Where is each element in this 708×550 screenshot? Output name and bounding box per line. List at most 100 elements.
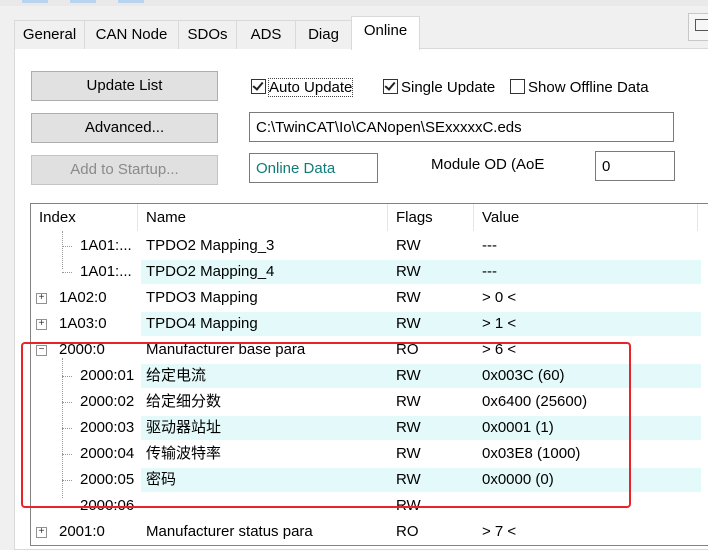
tree-connector [62, 246, 72, 247]
row-index: 2000:01 [80, 367, 135, 384]
table-row[interactable]: 1A01:... TPDO2 Mapping_3 RW --- [31, 233, 708, 259]
top-strip-marker [70, 0, 96, 3]
column-header-value[interactable]: Value [474, 204, 698, 231]
row-index: 2000:05 [80, 471, 135, 488]
tree-connector [62, 402, 72, 403]
row-value: 0x6400 (25600) [482, 393, 588, 410]
tree-connector [62, 428, 72, 429]
row-name: Manufacturer status para [146, 523, 313, 540]
top-strip-marker [118, 0, 144, 3]
row-name: 传输波特率 [146, 445, 222, 462]
row-name: TPDO2 Mapping_4 [146, 263, 275, 280]
show-offline-data-checkbox[interactable]: Show Offline Data [510, 78, 649, 98]
expand-plus-icon[interactable]: + [36, 527, 47, 538]
row-flags: RW [396, 367, 421, 384]
row-flags: RO [396, 341, 419, 358]
row-name: TPDO2 Mapping_3 [146, 237, 275, 254]
row-index: 2000:04 [80, 445, 135, 462]
tab-diag[interactable]: Diag [295, 20, 352, 49]
top-strip-marker [22, 0, 48, 3]
window-icon[interactable] [688, 13, 708, 41]
row-flags: RW [396, 497, 421, 514]
row-value: 0x03E8 (1000) [482, 445, 581, 462]
row-name: TPDO3 Mapping [146, 289, 258, 306]
row-index: 1A01:... [80, 263, 132, 280]
tab-can-node[interactable]: CAN Node [84, 20, 179, 49]
tree-connector [62, 506, 72, 507]
column-header-flags[interactable]: Flags [388, 204, 474, 231]
row-flags: RW [396, 315, 421, 332]
expand-plus-icon[interactable]: + [36, 319, 47, 330]
module-od-input[interactable]: 0 [595, 151, 675, 181]
column-header-name[interactable]: Name [138, 204, 388, 231]
table-row[interactable]: 2000:01 给定电流 RW 0x003C (60) [31, 363, 708, 389]
add-to-startup-button[interactable]: Add to Startup... [31, 155, 218, 185]
auto-update-label: Auto Update [267, 78, 354, 97]
row-index: 2001:0 [59, 523, 105, 540]
column-header-index[interactable]: Index [31, 204, 138, 231]
row-value: > 6 < [482, 341, 517, 358]
tree-connector [62, 376, 72, 377]
expand-plus-icon[interactable]: + [36, 293, 47, 304]
row-highlight [141, 364, 701, 388]
row-flags: RW [396, 263, 421, 280]
object-dictionary-list[interactable]: Index Name Flags Value 1A01:... TPDO2 Ma… [30, 203, 708, 546]
row-value: 0x003C (60) [482, 367, 565, 384]
row-highlight [141, 416, 701, 440]
row-flags: RO [396, 523, 419, 540]
list-header: Index Name Flags Value [31, 204, 708, 231]
table-row[interactable]: + 1A03:0 TPDO4 Mapping RW > 1 < [31, 311, 708, 337]
tab-sdos[interactable]: SDOs [178, 20, 237, 49]
update-list-button[interactable]: Update List [31, 71, 218, 101]
collapse-minus-icon[interactable]: − [36, 345, 47, 356]
row-value: 0x0000 (0) [482, 471, 554, 488]
tree-connector [62, 272, 72, 273]
tab-general[interactable]: General [14, 20, 85, 49]
row-flags: RW [396, 445, 421, 462]
row-value: > 0 < [482, 289, 517, 306]
table-row[interactable]: 2000:04 传输波特率 RW 0x03E8 (1000) [31, 441, 708, 467]
table-row[interactable]: + 2001:0 Manufacturer status para RO > 7… [31, 519, 708, 545]
row-value: --- [482, 237, 497, 254]
auto-update-checkbox[interactable]: Auto Update [251, 78, 354, 98]
row-index: 2000:02 [80, 393, 135, 410]
row-flags: RW [396, 471, 421, 488]
row-value: > 7 < [482, 523, 517, 540]
table-row[interactable]: 2000:02 给定细分数 RW 0x6400 (25600) [31, 389, 708, 415]
advanced-button[interactable]: Advanced... [31, 113, 218, 143]
table-row[interactable]: 1A01:... TPDO2 Mapping_4 RW --- [31, 259, 708, 285]
checkbox-checked-icon [383, 79, 398, 94]
table-row[interactable]: 2000:06 RW [31, 493, 708, 519]
table-row[interactable]: 2000:05 密码 RW 0x0000 (0) [31, 467, 708, 493]
row-index: 1A01:... [80, 237, 132, 254]
tab-ads[interactable]: ADS [236, 20, 296, 49]
checkbox-unchecked-icon [510, 79, 525, 94]
tree-connector [62, 480, 72, 481]
checkbox-checked-icon [251, 79, 266, 94]
single-update-label: Single Update [401, 79, 496, 96]
table-row[interactable]: − 2000:0 Manufacturer base para RO > 6 < [31, 337, 708, 363]
row-flags: RW [396, 237, 421, 254]
row-value: --- [482, 263, 497, 280]
online-data-field[interactable]: Online Data [249, 153, 378, 183]
single-update-checkbox[interactable]: Single Update [383, 78, 495, 98]
row-index: 2000:06 [80, 497, 135, 514]
row-name: Manufacturer base para [146, 341, 306, 358]
tree-connector [62, 454, 72, 455]
module-od-label: Module OD (AoE [431, 156, 545, 173]
row-name: 给定电流 [146, 367, 207, 384]
tab-online[interactable]: Online [351, 16, 420, 50]
row-index: 2000:0 [59, 341, 105, 358]
row-value: 0x0001 (1) [482, 419, 554, 436]
row-flags: RW [396, 393, 421, 410]
row-name: TPDO4 Mapping [146, 315, 258, 332]
table-row[interactable]: + 1A02:0 TPDO3 Mapping RW > 0 < [31, 285, 708, 311]
eds-path-field[interactable]: C:\TwinCAT\Io\CANopen\SExxxxxC.eds [249, 112, 674, 142]
row-index: 1A02:0 [59, 289, 107, 306]
row-flags: RW [396, 419, 421, 436]
row-index: 2000:03 [80, 419, 135, 436]
row-flags: RW [396, 289, 421, 306]
row-name: 给定细分数 [146, 393, 222, 410]
table-row[interactable]: 2000:03 驱动器站址 RW 0x0001 (1) [31, 415, 708, 441]
top-strip [0, 0, 708, 6]
